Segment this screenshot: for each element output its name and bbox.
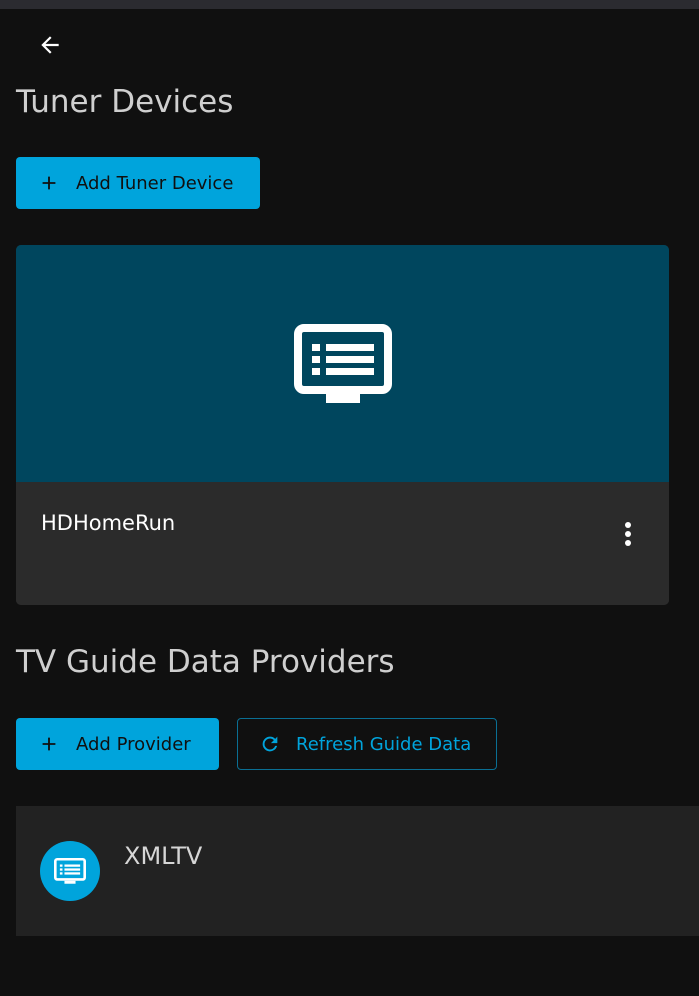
tv-guide-icon	[293, 323, 392, 404]
tuner-device-card-image[interactable]	[16, 245, 669, 482]
tuner-device-card-footer: HDHomeRun	[16, 482, 669, 605]
refresh-icon	[258, 732, 282, 756]
refresh-guide-data-label: Refresh Guide Data	[296, 733, 472, 755]
tuner-devices-title: Tuner Devices	[16, 84, 234, 120]
add-tuner-device-label: Add Tuner Device	[76, 172, 234, 194]
provider-list-item[interactable]: XMLTV	[16, 806, 699, 936]
add-provider-button[interactable]: Add Provider	[16, 718, 219, 770]
tuner-device-name: HDHomeRun	[41, 511, 176, 535]
arrow-left-icon	[37, 32, 63, 58]
plus-icon	[37, 732, 61, 756]
tv-guide-icon	[54, 857, 86, 885]
provider-name: XMLTV	[124, 842, 203, 870]
tuner-device-card[interactable]: HDHomeRun	[16, 245, 669, 605]
provider-avatar	[40, 841, 100, 901]
plus-icon	[37, 171, 61, 195]
add-tuner-device-button[interactable]: Add Tuner Device	[16, 157, 260, 209]
tuner-device-menu-button[interactable]	[610, 516, 646, 552]
back-button[interactable]	[30, 28, 70, 62]
more-vertical-icon	[624, 521, 632, 547]
refresh-guide-data-button[interactable]: Refresh Guide Data	[237, 718, 497, 770]
window-top-bar	[0, 0, 699, 9]
tv-guide-providers-title: TV Guide Data Providers	[16, 644, 395, 680]
add-provider-label: Add Provider	[76, 733, 191, 755]
